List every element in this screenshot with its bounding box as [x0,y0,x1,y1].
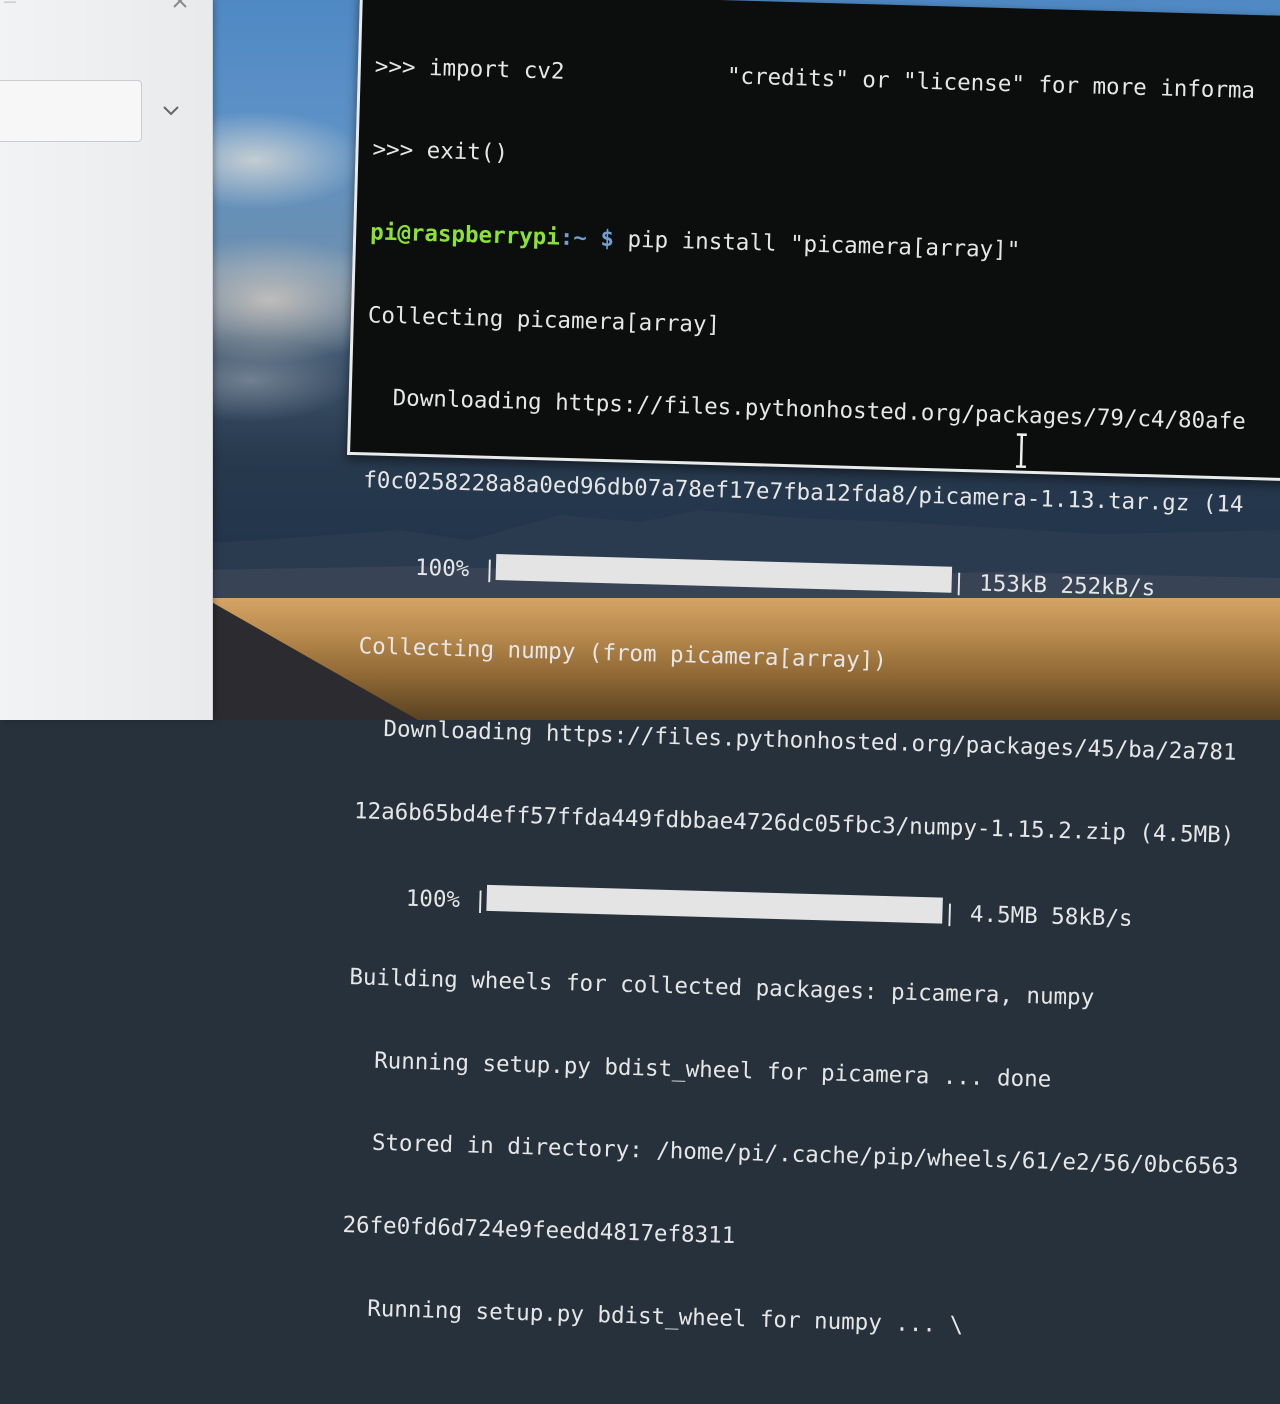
terminal-line: Running setup.py bdist_wheel for numpy .… [339,1294,964,1339]
left-side-panel: — [0,0,213,720]
progress-bar [486,884,944,924]
terminal-command: pip install "picamera[array]" [627,226,1021,264]
terminal-line: Downloading https://files.pythonhosted.o… [356,715,1237,767]
progress-line: 100% || 153kB 252kB/s [360,553,1156,602]
prompt-path: :~ $ [559,224,628,253]
terminal-line: f0c0258228a8a0ed96db07a78ef17e7fba12fda8… [362,467,1244,518]
chevron-down-icon[interactable] [162,104,180,118]
terminal-line: >>> import cv2 "credits" or "license" fo… [374,53,1256,105]
terminal-line: Running setup.py bdist_wheel for picamer… [346,1046,1052,1093]
progress-line: 100% || 4.5MB 58kB/s [351,884,1133,932]
progress-bar [496,553,953,593]
close-icon[interactable] [172,0,198,14]
terminal-line: Downloading https://files.pythonhosted.o… [365,384,1247,436]
text-cursor-icon [1015,433,1027,469]
terminal-prompt-line: pi@raspberrypi:~ $ pip install "picamera… [370,219,1264,272]
terminal-line: 26fe0fd6d724e9feedd4817ef8311 [342,1212,736,1250]
terminal-line: Stored in directory: /home/pi/.cache/pip… [344,1129,1239,1181]
terminal-line: Building wheels for collected packages: … [349,963,1095,1011]
terminal-line: >>> exit() [372,136,509,167]
panel-text-field[interactable] [0,80,142,142]
terminal-line: Collecting numpy (from picamera[array]) [358,632,888,674]
panel-top-mark: — [4,0,16,8]
terminal-output: >>> import cv2 "credits" or "license" fo… [338,0,1270,1403]
terminal-window[interactable]: >>> import cv2 "credits" or "license" fo… [342,0,1280,1338]
terminal-line: 12a6b65bd4eff57ffda449fdbbae4726dc05fbc3… [353,798,1235,849]
prompt-user: pi@raspberrypi [369,219,561,251]
terminal-line: Collecting picamera[array] [367,301,721,338]
